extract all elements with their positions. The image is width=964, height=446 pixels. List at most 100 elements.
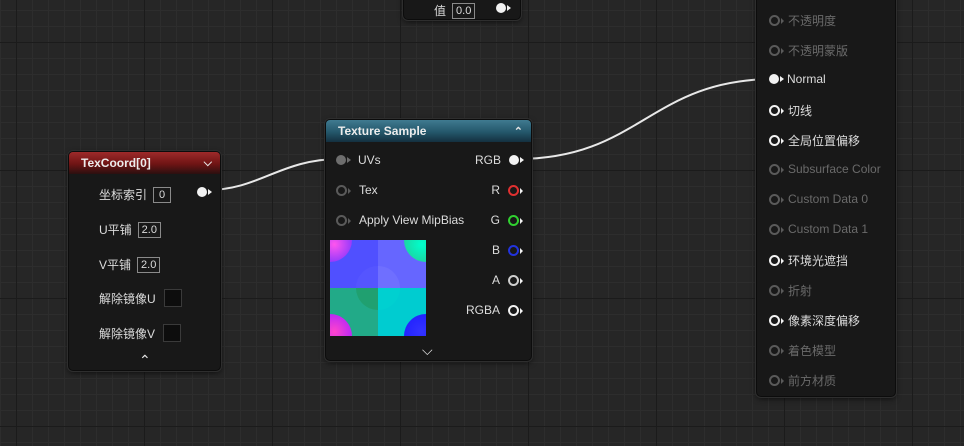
output-a[interactable]: A xyxy=(491,273,523,287)
material-input-label: 不透明蒙版 xyxy=(788,44,849,58)
material-input-4[interactable]: 全局位置偏移 xyxy=(769,132,860,149)
input-uvs[interactable]: UVs xyxy=(336,153,381,167)
material-input-label: Normal xyxy=(787,72,826,86)
input-uvs-label: UVs xyxy=(358,153,381,167)
b-pin[interactable] xyxy=(508,244,523,256)
texcoord-header[interactable]: TexCoord[0] ⌵ xyxy=(69,152,220,174)
output-rgba[interactable]: RGBA xyxy=(465,303,523,317)
material-input-label: 着色模型 xyxy=(788,344,837,358)
material-input-label: Custom Data 0 xyxy=(788,192,869,206)
material-input-1[interactable]: 不透明蒙版 xyxy=(769,42,848,59)
input-tex-label: Tex xyxy=(359,183,378,197)
preview-blob xyxy=(330,240,352,262)
g-pin[interactable] xyxy=(508,214,523,226)
constant-value-label: 值 xyxy=(434,4,447,18)
constant-value-field[interactable]: 0.0 xyxy=(452,2,476,19)
unmirror-u-label: 解除镜像U xyxy=(99,291,156,306)
rgba-pin[interactable] xyxy=(508,304,523,316)
output-r-label: R xyxy=(491,183,500,197)
texture-sample-title: Texture Sample xyxy=(338,124,427,138)
coordinate-index-row: 坐标索引 0 xyxy=(99,186,172,203)
a-pin[interactable] xyxy=(508,274,523,286)
expand-chevron-down-icon[interactable]: ⌵ xyxy=(422,342,433,359)
output-rgb-label: RGB xyxy=(474,153,501,167)
preview-blob xyxy=(404,314,426,336)
material-input-label: 环境光遮挡 xyxy=(788,254,849,268)
texture-preview-image xyxy=(330,240,426,336)
material-input-5[interactable]: Subsurface Color xyxy=(769,162,881,176)
uvs-pin[interactable] xyxy=(336,155,351,165)
v-tiling-row: V平铺 2.0 xyxy=(99,256,161,273)
output-rgba-label: RGBA xyxy=(465,303,500,317)
u-tiling-field[interactable]: 2.0 xyxy=(137,221,161,238)
mipbias-pin[interactable] xyxy=(336,214,351,226)
constant-output-pin[interactable] xyxy=(496,3,511,13)
constant-node[interactable]: 值 0.0 xyxy=(403,0,521,20)
material-input-8[interactable]: 环境光遮挡 xyxy=(769,252,848,269)
material-result-node[interactable]: 不透明度不透明蒙版 Normal 切线全局位置偏移 Subsurface Color C… xyxy=(756,0,896,397)
v-tiling-field[interactable]: 2.0 xyxy=(137,256,161,273)
collapse-chevron-up-icon[interactable]: ⌃ xyxy=(139,352,151,369)
material-input-pin[interactable] xyxy=(769,15,784,26)
v-tiling-label: V平铺 xyxy=(99,258,132,272)
material-input-0[interactable]: 不透明度 xyxy=(769,12,836,29)
unmirror-v-checkbox[interactable] xyxy=(163,324,182,342)
unmirror-v-row: 解除镜像V xyxy=(99,324,182,342)
wire-rgb-to-normal xyxy=(516,78,776,160)
tex-pin[interactable] xyxy=(336,184,351,196)
material-input-pin[interactable] xyxy=(769,74,784,84)
texcoord-output-pin[interactable] xyxy=(197,187,212,197)
preview-blob xyxy=(330,314,352,336)
material-input-pin[interactable] xyxy=(769,105,784,116)
unmirror-u-row: 解除镜像U xyxy=(99,289,182,307)
material-input-label: 折射 xyxy=(788,284,813,298)
input-tex[interactable]: Tex xyxy=(336,183,378,197)
material-input-pin[interactable] xyxy=(769,193,784,205)
material-input-pin[interactable] xyxy=(769,135,784,146)
material-input-pin[interactable] xyxy=(769,375,784,386)
texcoord-node[interactable]: TexCoord[0] ⌵ 坐标索引 0 U平铺 2.0 V平铺 2.0 解除镜… xyxy=(68,151,221,371)
material-input-3[interactable]: 切线 xyxy=(769,102,812,119)
unmirror-u-checkbox[interactable] xyxy=(163,289,182,307)
rgb-pin[interactable] xyxy=(509,155,524,165)
output-rgb[interactable]: RGB xyxy=(474,153,524,167)
input-mipbias[interactable]: Apply View MipBias xyxy=(336,213,464,227)
texture-sample-header[interactable]: Texture Sample ⌃ xyxy=(326,120,531,142)
coordinate-index-field[interactable]: 0 xyxy=(153,186,172,203)
preview-blob-center xyxy=(356,266,400,310)
material-input-7[interactable]: Custom Data 1 xyxy=(769,222,868,236)
output-a-label: A xyxy=(491,273,500,287)
material-input-10[interactable]: 像素深度偏移 xyxy=(769,312,860,329)
chevron-down-icon[interactable]: ⌵ xyxy=(204,157,212,170)
material-input-6[interactable]: Custom Data 0 xyxy=(769,192,868,206)
r-pin[interactable] xyxy=(508,184,523,196)
output-g[interactable]: G xyxy=(490,213,523,227)
material-input-label: 像素深度偏移 xyxy=(788,314,861,328)
material-input-label: 全局位置偏移 xyxy=(788,134,861,148)
material-input-pin[interactable] xyxy=(769,45,784,56)
texture-sample-node[interactable]: Texture Sample ⌃ UVs Tex Apply View MipB… xyxy=(325,119,532,361)
material-input-pin[interactable] xyxy=(769,345,784,356)
chevron-up-icon[interactable]: ⌃ xyxy=(514,125,523,138)
material-input-11[interactable]: 着色模型 xyxy=(769,342,836,359)
constant-value-row: 值 0.0 xyxy=(434,2,476,19)
texcoord-title: TexCoord[0] xyxy=(81,156,151,170)
material-input-2[interactable]: Normal xyxy=(769,72,826,86)
material-input-pin[interactable] xyxy=(769,315,784,326)
material-input-label: 切线 xyxy=(788,104,813,118)
material-input-pin[interactable] xyxy=(769,255,784,266)
material-input-9[interactable]: 折射 xyxy=(769,282,812,299)
material-input-pin[interactable] xyxy=(769,223,784,235)
output-g-label: G xyxy=(490,213,500,227)
output-r[interactable]: R xyxy=(491,183,523,197)
material-input-label: Subsurface Color xyxy=(788,162,881,176)
material-input-pin[interactable] xyxy=(769,285,784,296)
input-mipbias-label: Apply View MipBias xyxy=(359,213,465,227)
output-b[interactable]: B xyxy=(492,243,523,257)
wire-texcoord-to-uvs xyxy=(206,158,341,191)
material-input-pin[interactable] xyxy=(769,163,784,175)
material-input-12[interactable]: 前方材质 xyxy=(769,372,836,389)
coordinate-index-label: 坐标索引 xyxy=(99,188,148,202)
material-input-label: 前方材质 xyxy=(788,374,837,388)
preview-blob xyxy=(404,240,426,262)
